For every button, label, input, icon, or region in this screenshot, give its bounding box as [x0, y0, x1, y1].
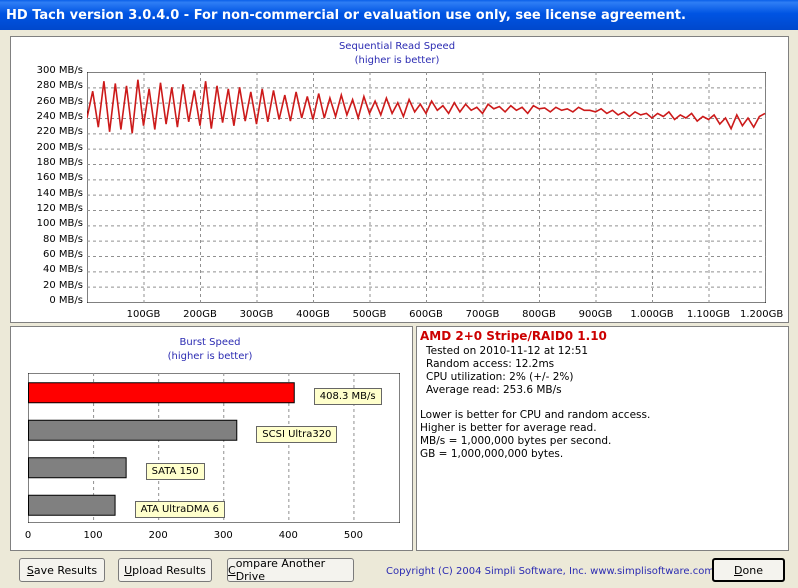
seq-y-tick-label: 40 MB/s: [43, 264, 83, 276]
seq-y-tick-label: 60 MB/s: [43, 249, 83, 260]
seq-y-tick-label: 200 MB/s: [36, 141, 83, 153]
seq-x-tick-label: 200GB: [183, 309, 217, 320]
note-higher-better: Higher is better for average read.: [420, 422, 597, 434]
seq-chart-subtitle: (higher is better): [354, 55, 440, 66]
compare-another-drive-button[interactable]: Compare Another Drive: [227, 557, 354, 583]
seq-x-tick-label: 700GB: [465, 309, 500, 320]
seq-y-tick-label: 120 MB/s: [36, 203, 83, 214]
seq-y-tick-label: 260 MB/s: [36, 95, 83, 107]
upload-results-button[interactable]: Upload Results: [118, 558, 212, 582]
burst-bar: [28, 457, 127, 479]
burst-x-tick-label: 0: [24, 530, 32, 541]
seq-x-tick-label: 900GB: [578, 309, 613, 320]
save-results-button[interactable]: Save Results: [19, 558, 105, 582]
seq-x-tick-label: 600GB: [409, 309, 443, 320]
seq-y-tick-label: 140 MB/s: [36, 187, 83, 199]
burst-x-tick-label: 300: [213, 530, 233, 541]
drive-name: AMD 2+0 Stripe/RAID0 1.10: [420, 329, 607, 343]
copyright-link[interactable]: Copyright (C) 2004 Simpli Software, Inc.…: [386, 566, 714, 577]
burst-x-tick-label: 500: [343, 530, 363, 541]
tested-date: Tested on 2010-11-12 at 12:51: [426, 345, 589, 357]
burst-bar-label: 408.3 MB/s: [313, 388, 382, 406]
note-mbs-definition: MB/s = 1,000,000 bytes per second.: [420, 435, 612, 447]
window-title-bar[interactable]: HD Tach version 3.0.4.0 - For non-commer…: [0, 0, 798, 30]
burst-bar: [28, 382, 295, 404]
seq-y-tick-label: 0 MB/s: [49, 295, 83, 306]
sequential-read-chart: [87, 72, 766, 303]
seq-y-tick-label: 100 MB/s: [36, 218, 83, 230]
seq-x-tick-label: 500GB: [352, 309, 387, 320]
seq-y-tick-label: 240 MB/s: [36, 111, 83, 122]
seq-x-tick-label: 1.000GB: [630, 309, 674, 320]
window-title: HD Tach version 3.0.4.0 - For non-commer…: [6, 8, 686, 23]
burst-bar: [28, 419, 238, 441]
seq-y-tick-label: 300 MB/s: [36, 65, 83, 76]
note-gb-definition: GB = 1,000,000,000 bytes.: [420, 448, 564, 460]
seq-y-tick-label: 160 MB/s: [36, 172, 83, 184]
note-lower-better: Lower is better for CPU and random acces…: [420, 409, 651, 421]
seq-y-tick-label: 280 MB/s: [36, 80, 83, 92]
seq-chart-title: Sequential Read Speed: [338, 41, 456, 52]
seq-y-tick-label: 80 MB/s: [43, 233, 83, 245]
burst-x-tick-label: 200: [148, 530, 168, 541]
seq-y-tick-label: 180 MB/s: [36, 157, 83, 168]
seq-x-tick-label: 1.100GB: [686, 309, 731, 320]
burst-x-tick-label: 400: [278, 530, 298, 541]
burst-bar-label: SCSI Ultra320: [256, 425, 338, 443]
burst-x-tick-label: 100: [83, 530, 103, 541]
seq-x-tick-label: 100GB: [126, 309, 161, 320]
burst-bar-label: ATA UltraDMA 6: [134, 500, 225, 518]
seq-x-tick-label: 1.200GB: [740, 309, 784, 320]
burst-bar-label: SATA 150: [145, 463, 205, 481]
average-read: Average read: 253.6 MB/s: [426, 384, 562, 396]
burst-chart-title: Burst Speed: [179, 337, 241, 348]
seq-y-tick-label: 220 MB/s: [36, 126, 83, 138]
seq-x-tick-label: 400GB: [296, 309, 330, 320]
cpu-utilization: CPU utilization: 2% (+/- 2%): [426, 371, 574, 383]
done-button[interactable]: Done: [712, 558, 785, 582]
seq-y-tick-label: 20 MB/s: [43, 279, 83, 291]
burst-bar: [28, 494, 116, 516]
random-access: Random access: 12.2ms: [426, 358, 555, 370]
seq-x-tick-label: 800GB: [522, 309, 556, 320]
burst-chart-subtitle: (higher is better): [167, 351, 253, 362]
seq-x-tick-label: 300GB: [239, 309, 274, 320]
